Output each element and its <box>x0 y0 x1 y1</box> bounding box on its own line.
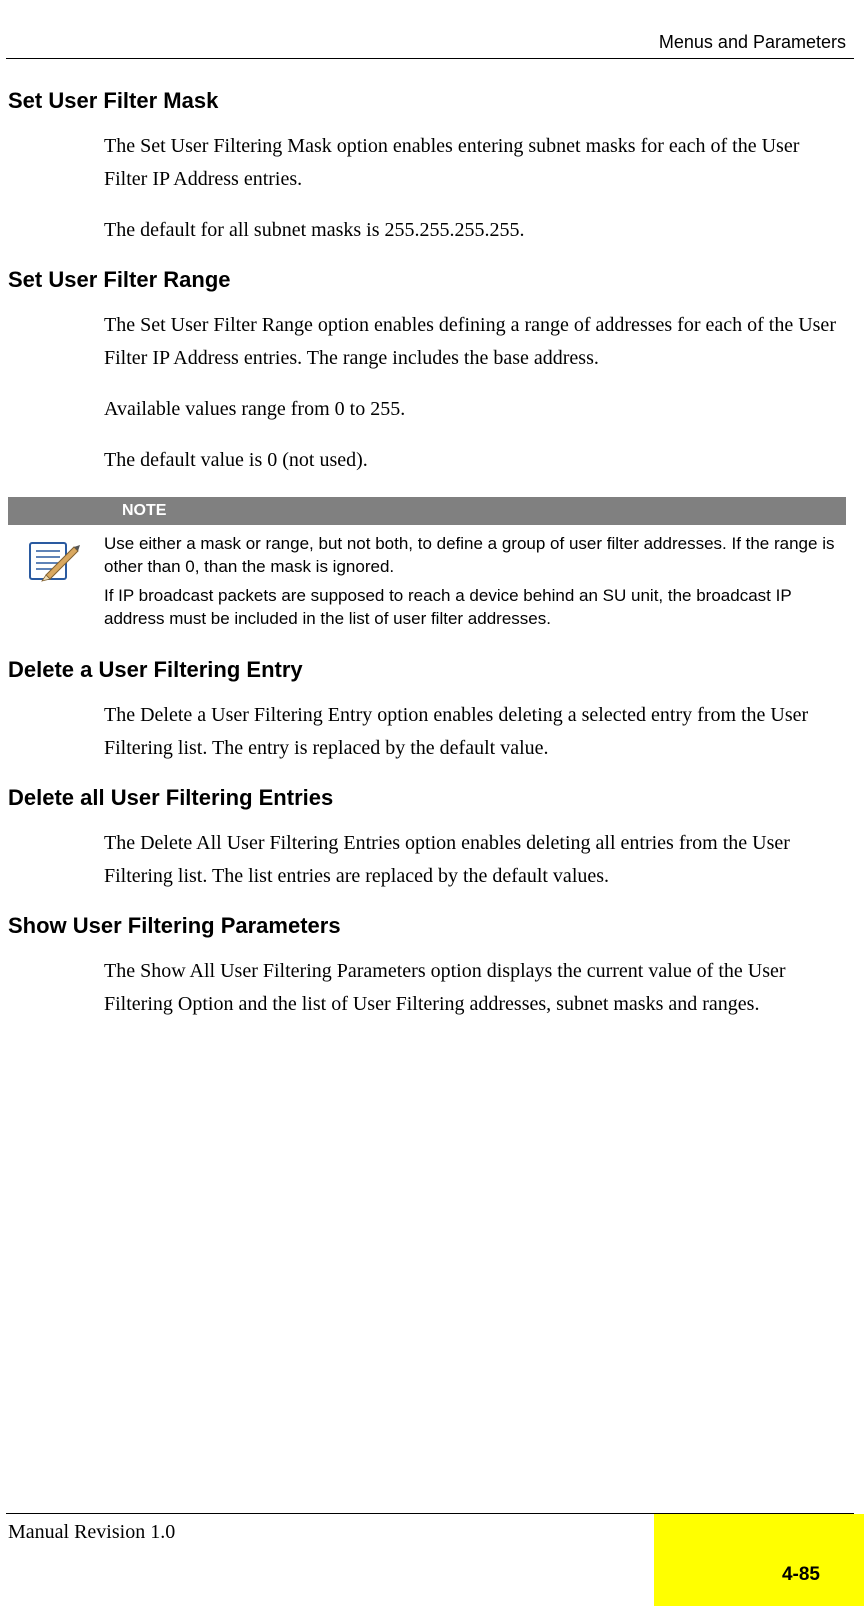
note-pencil-icon <box>26 537 86 590</box>
body-paragraph: The Delete a User Filtering Entry option… <box>104 699 846 765</box>
body-paragraph: The default value is 0 (not used). <box>104 444 846 477</box>
footer-revision: Manual Revision 1.0 <box>8 1521 175 1544</box>
yellow-footer-block <box>654 1514 864 1606</box>
note-text: Use either a mask or range, but not both… <box>104 533 846 637</box>
body-paragraph: The Set User Filtering Mask option enabl… <box>104 130 846 196</box>
main-content: Set User Filter Mask The Set User Filter… <box>8 80 846 1039</box>
note-label: NOTE <box>104 497 184 525</box>
body-paragraph: Available values range from 0 to 255. <box>104 393 846 426</box>
section-heading: Delete a User Filtering Entry <box>8 657 846 683</box>
page-header: Menus and Parameters <box>659 32 846 53</box>
header-rule <box>6 58 854 59</box>
body-paragraph: The Delete All User Filtering Entries op… <box>104 827 846 893</box>
section-heading: Delete all User Filtering Entries <box>8 785 846 811</box>
note-bar: NOTE <box>8 497 846 525</box>
section-heading: Show User Filtering Parameters <box>8 913 846 939</box>
footer-rule <box>6 1513 854 1514</box>
body-paragraph: The Show All User Filtering Parameters o… <box>104 955 846 1021</box>
body-paragraph: The default for all subnet masks is 255.… <box>104 214 846 247</box>
body-paragraph: The Set User Filter Range option enables… <box>104 309 846 375</box>
note-box: NOTE Use either a mask or range, but not… <box>8 497 846 637</box>
note-line: If IP broadcast packets are supposed to … <box>104 585 846 631</box>
section-heading: Set User Filter Range <box>8 267 846 293</box>
page-number: 4-85 <box>782 1564 820 1586</box>
section-heading: Set User Filter Mask <box>8 88 846 114</box>
note-line: Use either a mask or range, but not both… <box>104 533 846 579</box>
